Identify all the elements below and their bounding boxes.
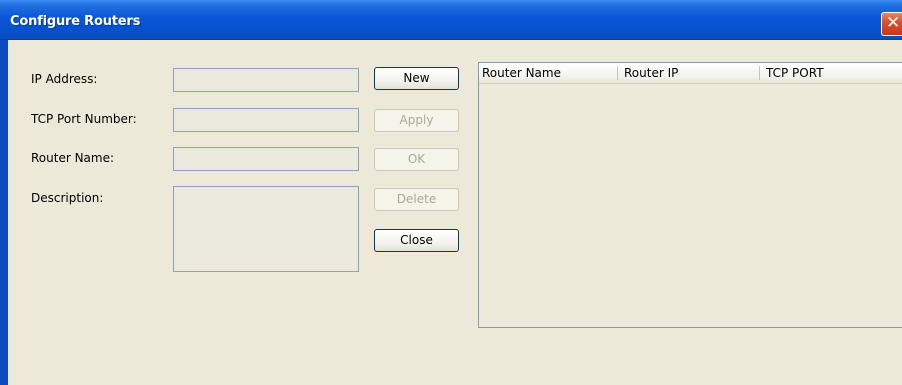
ip-address-field[interactable]: [173, 68, 359, 92]
configure-routers-window: Configure Routers ✕ IP Address: TCP Port…: [0, 0, 902, 385]
description-textarea[interactable]: [173, 186, 359, 272]
column-separator[interactable]: [759, 66, 760, 80]
column-separator[interactable]: [617, 66, 618, 80]
tcp-port-label: TCP Port Number:: [31, 112, 137, 126]
apply-button[interactable]: Apply: [374, 109, 459, 132]
window-title: Configure Routers: [10, 14, 141, 29]
column-header-tcp-port[interactable]: TCP PORT: [763, 63, 902, 83]
close-icon: ✕: [886, 13, 901, 33]
ok-button[interactable]: OK: [374, 148, 459, 171]
close-window-button[interactable]: ✕: [881, 12, 902, 36]
window-left-border: [0, 40, 8, 385]
column-header-router-ip[interactable]: Router IP: [621, 63, 759, 83]
router-list-header: Router Name Router IP TCP PORT: [479, 63, 902, 84]
ip-address-label: IP Address:: [31, 72, 98, 86]
router-name-field[interactable]: [173, 147, 359, 171]
router-name-label: Router Name:: [31, 151, 115, 165]
title-bar[interactable]: Configure Routers ✕: [0, 0, 902, 40]
new-button[interactable]: New: [374, 67, 459, 90]
close-button[interactable]: Close: [374, 229, 459, 252]
column-header-router-name[interactable]: Router Name: [479, 63, 619, 83]
tcp-port-field[interactable]: [173, 108, 359, 132]
delete-button[interactable]: Delete: [374, 188, 459, 211]
description-label: Description:: [31, 191, 104, 205]
router-list[interactable]: Router Name Router IP TCP PORT: [478, 62, 902, 328]
